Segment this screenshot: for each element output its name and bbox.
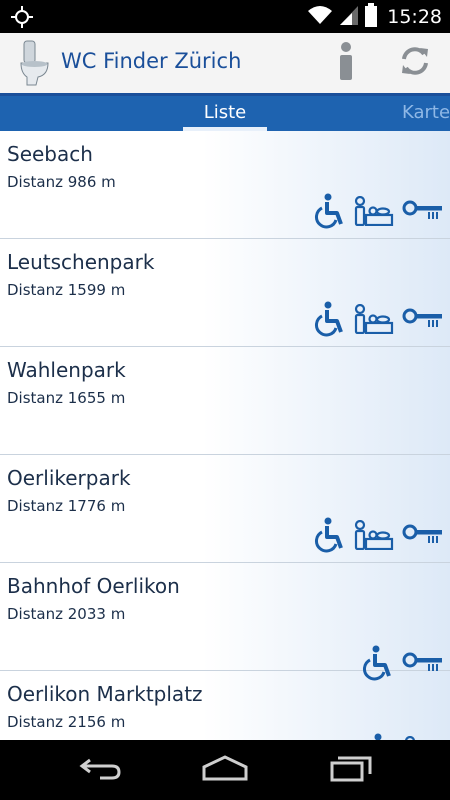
item-name: Oerlikon Marktplatz: [7, 682, 203, 706]
baby-changing-icon: [354, 195, 394, 230]
item-name: Leutschenpark: [7, 250, 155, 274]
wifi-icon: [307, 4, 333, 30]
info-button[interactable]: [326, 39, 366, 87]
action-bar: WC Finder Zürich: [0, 33, 450, 93]
tab-bar: Liste Karte: [0, 93, 450, 131]
home-icon: [201, 755, 249, 785]
gps-icon: [10, 5, 34, 29]
item-distance: Distanz 1599 m: [7, 281, 126, 299]
item-distance: Distanz 1776 m: [7, 497, 126, 515]
key-icon: [402, 524, 444, 550]
refresh-button[interactable]: [394, 41, 436, 85]
recent-apps-button[interactable]: [326, 754, 376, 786]
list-item[interactable]: Wahlenpark Distanz 1655 m: [0, 347, 450, 455]
item-distance: Distanz 986 m: [7, 173, 116, 191]
item-distance: Distanz 2156 m: [7, 713, 126, 731]
toilet-logo-icon: [18, 39, 52, 87]
list-item[interactable]: Bahnhof Oerlikon Distanz 2033 m: [0, 563, 450, 681]
status-bar: 15:28: [0, 0, 450, 33]
list-item[interactable]: Oerlikon Marktplatz Distanz 2156 m: [0, 671, 450, 740]
tab-karte[interactable]: Karte: [402, 96, 450, 131]
navigation-bar: [0, 740, 450, 800]
tab-liste[interactable]: Liste: [183, 96, 267, 131]
refresh-icon: [399, 45, 431, 81]
item-name: Seebach: [7, 142, 93, 166]
back-icon: [78, 756, 122, 784]
baby-changing-icon: [354, 303, 394, 338]
wheelchair-icon: [312, 301, 346, 341]
item-features: [312, 301, 444, 341]
signal-icon: [339, 4, 359, 30]
clock: 15:28: [387, 5, 442, 28]
key-icon: [402, 200, 444, 226]
wheelchair-icon: [312, 193, 346, 233]
key-icon: [402, 308, 444, 334]
wheelchair-icon: [312, 517, 346, 557]
app-title: WC Finder Zürich: [61, 49, 242, 73]
item-name: Wahlenpark: [7, 358, 126, 382]
list-item[interactable]: Seebach Distanz 986 m: [0, 131, 450, 239]
home-button[interactable]: [200, 754, 250, 786]
info-icon: [338, 42, 354, 84]
item-features: [312, 517, 444, 557]
item-distance: Distanz 1655 m: [7, 389, 126, 407]
back-button[interactable]: [75, 754, 125, 786]
item-distance: Distanz 2033 m: [7, 605, 126, 623]
item-name: Oerlikerpark: [7, 466, 131, 490]
wheelchair-icon: [362, 733, 396, 740]
toilet-list[interactable]: Seebach Distanz 986 m Leutschenpark Dist…: [0, 131, 450, 740]
list-item[interactable]: Leutschenpark Distanz 1599 m: [0, 239, 450, 347]
item-name: Bahnhof Oerlikon: [7, 574, 180, 598]
baby-changing-icon: [354, 519, 394, 554]
battery-icon: [365, 2, 378, 31]
list-item[interactable]: Oerlikerpark Distanz 1776 m: [0, 455, 450, 563]
item-features: [312, 193, 444, 233]
recent-apps-icon: [328, 754, 374, 786]
